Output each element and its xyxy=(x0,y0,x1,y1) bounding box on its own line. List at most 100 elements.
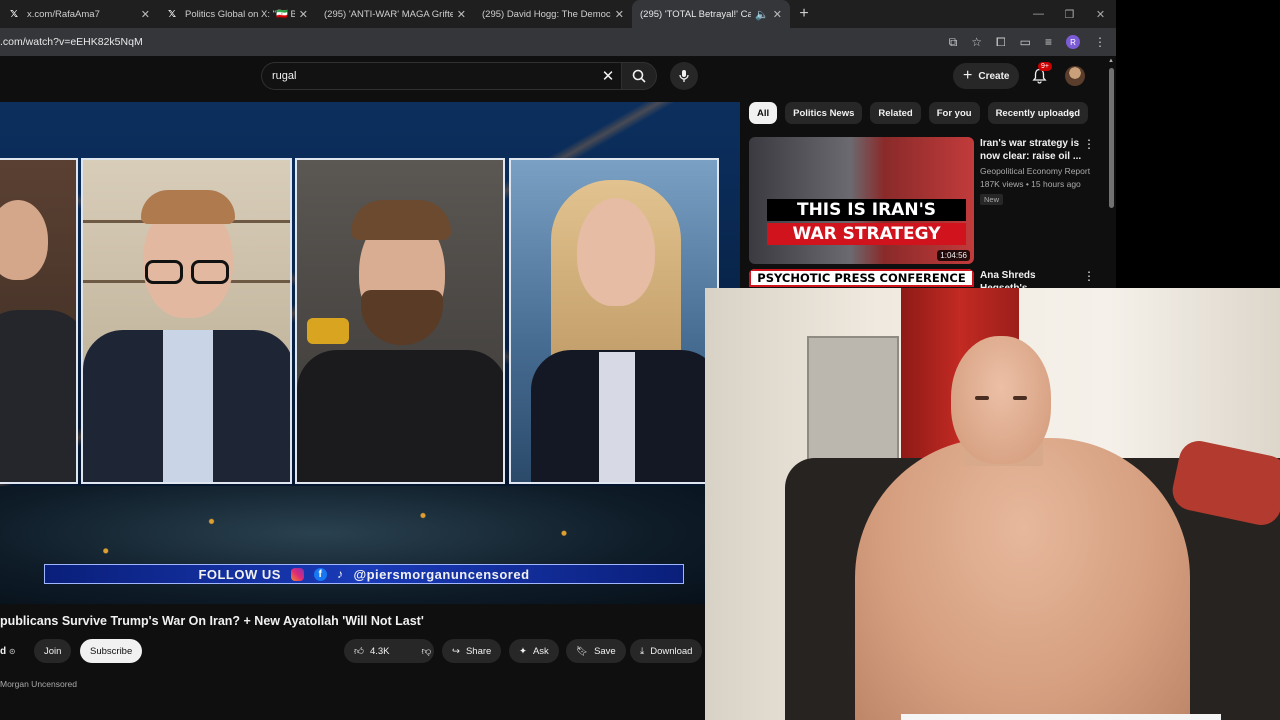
ask-label: Ask xyxy=(532,645,549,657)
banner-text: FOLLOW US xyxy=(198,566,281,582)
chevron-right-icon[interactable]: › xyxy=(1070,106,1075,122)
side-panel-icon[interactable]: ▭ xyxy=(1020,35,1031,49)
close-icon[interactable]: ✕ xyxy=(141,8,150,21)
tab-title: x.com/RafaAma7 xyxy=(27,8,100,20)
more-options-icon[interactable]: ⋮ xyxy=(1083,137,1095,151)
dislike-button[interactable]: 👎︎ xyxy=(411,639,441,663)
download-button[interactable]: ⤓ Download xyxy=(630,639,703,663)
filter-chips: All Politics News Related For you Recent… xyxy=(749,102,1089,124)
thumbnail-caption: THIS IS IRAN'S xyxy=(767,199,966,221)
video-title: publicans Survive Trump's War On Iran? +… xyxy=(0,614,424,628)
recommendation-title[interactable]: Iran's war strategy is now clear: raise … xyxy=(980,137,1085,163)
restore-icon[interactable]: ❐ xyxy=(1054,0,1085,28)
x-icon: 𝕏 xyxy=(167,8,177,20)
share-label: Share xyxy=(465,645,492,657)
like-dislike-group: 👍︎ 4.3K 👎︎ xyxy=(344,639,434,663)
notification-badge: 9+ xyxy=(1038,62,1052,71)
url-field[interactable]: .com/watch?v=eEHK82k5NqM xyxy=(0,36,949,48)
browser-tab[interactable]: (295) David Hogg: The Democra ✕ xyxy=(474,0,632,28)
install-app-icon[interactable]: ⧉ xyxy=(949,35,958,50)
tab-title: (295) 'TOTAL Betrayal!' Can xyxy=(640,8,752,20)
voice-search-button[interactable] xyxy=(670,62,698,90)
bookmark-star-icon[interactable]: ☆ xyxy=(971,35,982,49)
scrollbar-thumb[interactable] xyxy=(1109,68,1114,208)
webcam-person-torso xyxy=(855,438,1190,720)
minimize-icon[interactable]: — xyxy=(1023,0,1054,28)
download-icon: ⤓ xyxy=(640,645,645,657)
thumbs-up-icon: 👍︎ xyxy=(354,646,364,657)
profile-avatar[interactable]: R xyxy=(1066,35,1080,49)
search-input[interactable]: rugal xyxy=(272,70,595,82)
ask-button[interactable]: ✦ Ask xyxy=(509,639,559,663)
video-panel-guest-4 xyxy=(509,158,719,484)
webcam-person-head xyxy=(951,336,1051,464)
list-item[interactable]: THIS IS IRAN'S WAR STRATEGY 1:04:56 Iran… xyxy=(749,137,1109,264)
new-badge: New xyxy=(980,194,1004,205)
close-window-icon[interactable]: ✕ xyxy=(1085,0,1116,28)
recommendation-stats: 187K views • 15 hours ago xyxy=(980,179,1081,189)
clear-icon[interactable]: ✕ xyxy=(595,67,621,85)
thumbs-down-icon: 👎︎ xyxy=(421,646,432,657)
media-controls-icon[interactable]: ≡ xyxy=(1045,35,1052,49)
save-button[interactable]: 🔖︎ Save xyxy=(566,639,626,663)
thumbnail-caption: WAR STRATEGY xyxy=(767,223,966,245)
create-button[interactable]: + Create xyxy=(953,63,1020,89)
browser-tab[interactable]: (295) 'ANTI-WAR' MAGA Grifte ✕ xyxy=(316,0,474,28)
chip-for-you[interactable]: For you xyxy=(928,102,980,124)
youtube-header: rugal ✕ + Create 9+ xyxy=(0,56,1106,98)
browser-tab[interactable]: 𝕏 x.com/RafaAma7 ✕ xyxy=(0,0,158,28)
video-panel-guest-2 xyxy=(81,158,292,484)
channel-name[interactable]: d ⊙ xyxy=(0,646,16,657)
verified-icon: ⊙ xyxy=(8,647,16,656)
video-panel-guest-3 xyxy=(295,158,505,484)
browser-tab-active[interactable]: (295) 'TOTAL Betrayal!' Can 🔈 ✕ xyxy=(632,0,790,28)
webcam-overlay xyxy=(705,288,1280,720)
share-icon: ↪ xyxy=(452,645,460,657)
chip-all[interactable]: All xyxy=(749,102,778,124)
follow-us-banner: FOLLOW US f ♪ @piersmorganuncensored xyxy=(44,564,684,584)
video-player[interactable]: FOLLOW US f ♪ @piersmorganuncensored xyxy=(0,102,740,604)
address-bar: .com/watch?v=eEHK82k5NqM ⧉ ☆ ⧠ ▭ ≡ R ⋮ xyxy=(0,28,1116,56)
download-label: Download xyxy=(650,645,693,657)
share-button[interactable]: ↪ Share xyxy=(442,639,502,663)
like-button[interactable]: 👍︎ 4.3K xyxy=(344,639,399,663)
video-map-band: FOLLOW US f ♪ @piersmorganuncensored xyxy=(0,486,705,604)
facebook-icon: f xyxy=(313,567,327,581)
close-icon[interactable]: ✕ xyxy=(773,8,782,21)
sparkle-icon: ✦ xyxy=(519,645,527,657)
tab-title: Politics Global on X: "🇮🇷 BREA xyxy=(185,8,295,20)
avatar[interactable] xyxy=(1065,66,1085,86)
video-actions: d ⊙ Join Subscribe 👍︎ 4.3K 👎︎ ↪ Share ✦ … xyxy=(0,638,705,666)
menu-icon[interactable]: ⋮ xyxy=(1094,35,1106,49)
bookmark-icon: 🔖︎ xyxy=(576,645,589,657)
webcam-bottom-strip xyxy=(901,714,1221,720)
subscribe-button[interactable]: Subscribe xyxy=(80,639,143,663)
join-button[interactable]: Join xyxy=(34,639,72,663)
recommendation-channel[interactable]: Geopolitical Economy Report xyxy=(980,166,1109,176)
search-box[interactable]: rugal ✕ xyxy=(261,62,621,90)
close-icon[interactable]: ✕ xyxy=(299,8,308,21)
chip-related[interactable]: Related xyxy=(870,102,921,124)
plus-icon: + xyxy=(963,67,973,84)
banner-handle: @piersmorganuncensored xyxy=(353,566,530,582)
speaker-icon[interactable]: 🔈 xyxy=(755,8,769,21)
browser-tab[interactable]: 𝕏 Politics Global on X: "🇮🇷 BREA ✕ xyxy=(158,0,316,28)
instagram-icon xyxy=(290,567,304,581)
scroll-up-icon[interactable]: ▲ xyxy=(1108,58,1114,64)
search-icon xyxy=(632,69,646,83)
channel-description: Morgan Uncensored xyxy=(0,679,78,689)
video-panel-guest-1 xyxy=(0,158,78,484)
search-button[interactable] xyxy=(621,62,657,90)
thumbnail-caption: PSYCHOTIC PRESS CONFERENCE xyxy=(749,269,974,287)
video-thumbnail[interactable]: THIS IS IRAN'S WAR STRATEGY 1:04:56 xyxy=(749,137,974,264)
notifications-button[interactable]: 9+ xyxy=(1028,62,1052,87)
close-icon[interactable]: ✕ xyxy=(615,8,624,21)
more-options-icon[interactable]: ⋮ xyxy=(1083,269,1095,283)
close-icon[interactable]: ✕ xyxy=(457,8,466,21)
new-tab-button[interactable]: + xyxy=(790,0,818,28)
video-duration: 1:04:56 xyxy=(937,250,970,261)
chip-politics-news[interactable]: Politics News xyxy=(785,102,863,124)
x-icon: 𝕏 xyxy=(9,8,19,20)
save-label: Save xyxy=(594,645,616,657)
extensions-icon[interactable]: ⧠ xyxy=(996,35,1006,50)
